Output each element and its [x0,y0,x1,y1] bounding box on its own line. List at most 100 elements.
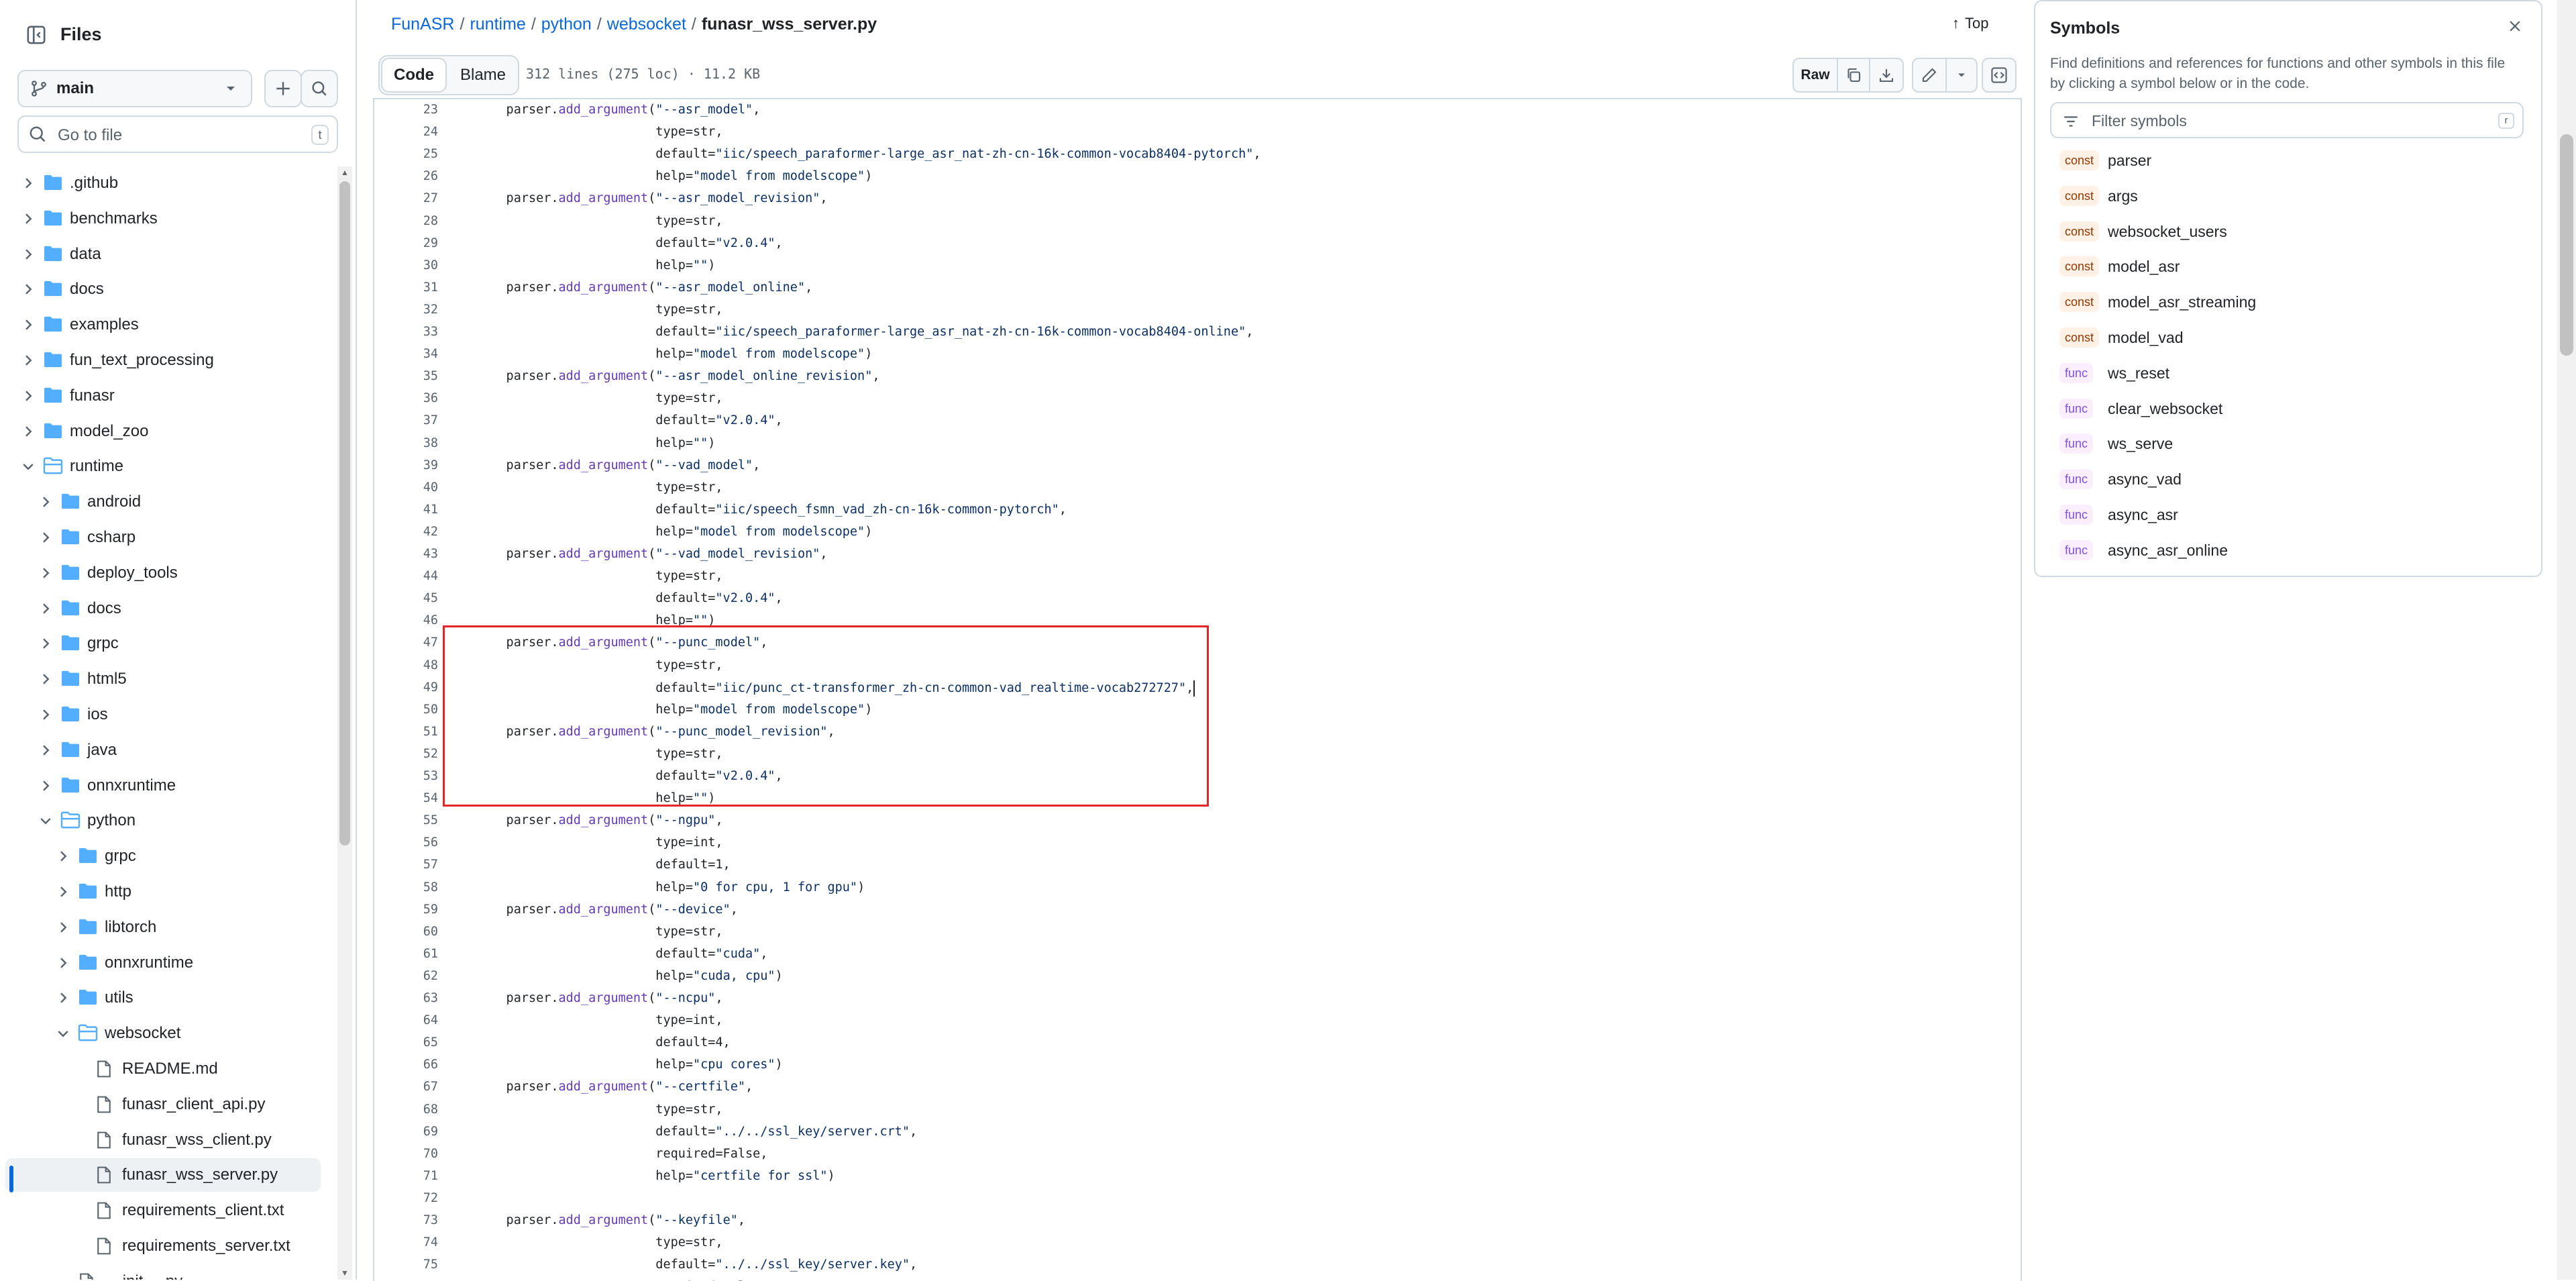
breadcrumb-runtime-link[interactable]: runtime [470,15,525,34]
tree-folder-item[interactable]: runtime [5,450,321,483]
line-number[interactable]: 71 [374,1169,438,1183]
tree-folder-item[interactable]: libtorch [5,911,321,944]
tree-folder-item[interactable]: docs [5,272,321,306]
line-number[interactable]: 70 [374,1147,438,1161]
line-number[interactable]: 36 [374,391,438,405]
line-number[interactable]: 29 [374,236,438,250]
sidebar-collapse-icon[interactable] [21,20,51,50]
filter-symbols-input[interactable]: Filter symbols r [2050,102,2524,138]
tree-folder-item[interactable]: csharp [5,521,321,554]
go-to-file-input[interactable]: Go to file t [17,115,338,153]
line-number[interactable]: 30 [374,258,438,272]
chevron-right-icon[interactable] [20,317,36,333]
tree-file-item[interactable]: funasr_client_api.py [5,1088,321,1121]
tree-folder-item[interactable]: python [5,804,321,837]
line-number[interactable]: 75 [374,1258,438,1272]
line-number[interactable]: 44 [374,569,438,583]
tree-folder-item[interactable]: .github [5,166,321,200]
line-number[interactable]: 49 [374,680,438,695]
line-number[interactable]: 53 [374,769,438,783]
line-number[interactable]: 26 [374,169,438,183]
chevron-right-icon[interactable] [55,884,71,900]
symbols-panel-toggle[interactable] [1982,58,2017,93]
chevron-right-icon[interactable] [38,778,54,794]
chevron-right-icon[interactable] [20,246,36,262]
line-number[interactable]: 48 [374,658,438,672]
line-number[interactable]: 60 [374,925,438,939]
more-edit-options-button[interactable] [1945,58,1978,93]
line-number[interactable]: 28 [374,214,438,228]
line-number[interactable]: 69 [374,1125,438,1139]
line-number[interactable]: 41 [374,503,438,517]
tree-folder-item[interactable]: data [5,238,321,271]
line-number[interactable]: 45 [374,591,438,605]
sidebar-scrollbar-thumb[interactable] [339,181,350,846]
breadcrumb-repo-link[interactable]: FunASR [391,15,454,34]
line-number[interactable]: 52 [374,747,438,761]
scroll-down-arrow-icon[interactable]: ▼ [341,1268,349,1278]
close-icon[interactable] [2506,17,2524,35]
line-number[interactable]: 25 [374,147,438,161]
line-number[interactable]: 64 [374,1013,438,1027]
raw-button[interactable]: Raw [1792,58,1838,93]
chevron-right-icon[interactable] [20,352,36,368]
chevron-down-icon[interactable] [38,813,54,829]
edit-file-button[interactable] [1912,58,1947,93]
add-file-button[interactable] [264,70,302,107]
chevron-right-icon[interactable] [38,565,54,581]
line-number[interactable]: 56 [374,835,438,850]
line-number[interactable]: 46 [374,613,438,627]
tree-file-item[interactable]: funasr_wss_client.py [5,1123,321,1157]
tree-folder-item[interactable]: websocket [5,1017,321,1050]
tree-folder-item[interactable]: http [5,875,321,909]
line-number[interactable]: 37 [374,413,438,427]
chevron-right-icon[interactable] [38,601,54,617]
chevron-right-icon[interactable] [20,388,36,404]
chevron-right-icon[interactable] [55,919,71,935]
breadcrumb-python-link[interactable]: python [541,15,592,34]
chevron-right-icon[interactable] [20,211,36,227]
line-number[interactable]: 27 [374,191,438,205]
breadcrumb-websocket-link[interactable]: websocket [607,15,686,34]
tree-folder-item[interactable]: benchmarks [5,202,321,236]
chevron-right-icon[interactable] [55,955,71,971]
tree-folder-item[interactable]: java [5,733,321,767]
line-number[interactable]: 62 [374,969,438,983]
chevron-right-icon[interactable] [38,671,54,687]
line-number[interactable]: 40 [374,480,438,495]
tree-file-item[interactable]: requirements_server.txt [5,1229,321,1263]
line-number[interactable]: 33 [374,325,438,339]
download-button[interactable] [1869,58,1904,93]
chevron-right-icon[interactable] [38,494,54,510]
tree-folder-item[interactable]: grpc [5,839,321,873]
tree-file-item[interactable]: README.md [5,1052,321,1086]
line-number[interactable]: 47 [374,635,438,650]
line-number[interactable]: 73 [374,1213,438,1227]
chevron-right-icon[interactable] [20,175,36,191]
tree-folder-item[interactable]: grpc [5,627,321,660]
tree-folder-item[interactable]: onnxruntime [5,769,321,803]
chevron-right-icon[interactable] [38,707,54,723]
line-number[interactable]: 67 [374,1080,438,1094]
line-number[interactable]: 35 [374,369,438,383]
line-number[interactable]: 42 [374,525,438,539]
line-number[interactable]: 74 [374,1235,438,1249]
tree-folder-item[interactable]: android [5,485,321,519]
line-number[interactable]: 72 [374,1191,438,1205]
scroll-up-arrow-icon[interactable]: ▲ [341,168,349,177]
line-number[interactable]: 32 [374,303,438,317]
branch-selector-button[interactable]: main [17,70,252,107]
line-number[interactable]: 24 [374,125,438,139]
chevron-down-icon[interactable] [20,458,36,474]
copy-button[interactable] [1837,58,1870,93]
tree-file-item[interactable]: requirements_client.txt [5,1194,321,1227]
line-number[interactable]: 54 [374,791,438,805]
line-number[interactable]: 68 [374,1103,438,1117]
line-number[interactable]: 39 [374,458,438,472]
chevron-right-icon[interactable] [55,848,71,864]
line-number[interactable]: 51 [374,725,438,739]
chevron-right-icon[interactable] [20,281,36,297]
chevron-right-icon[interactable] [55,990,71,1006]
tree-folder-item[interactable]: deploy_tools [5,556,321,590]
line-number[interactable]: 34 [374,347,438,361]
